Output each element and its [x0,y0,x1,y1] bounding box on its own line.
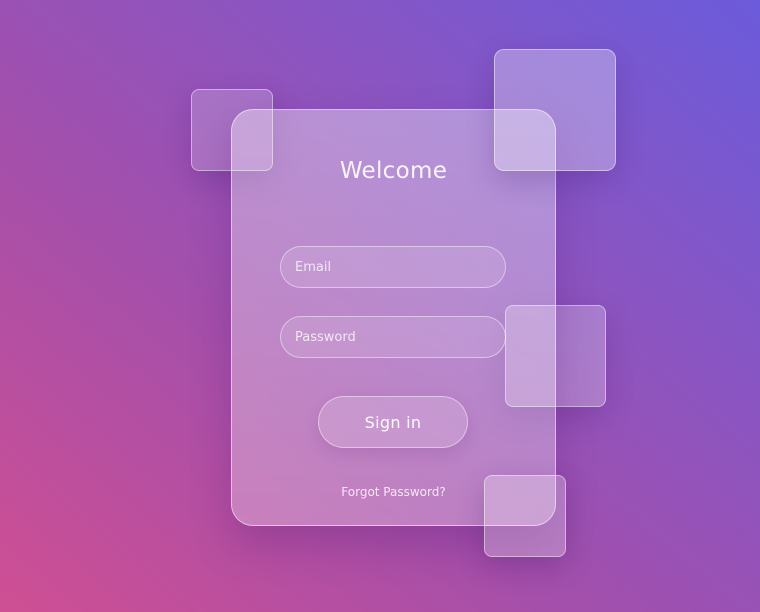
login-card: Welcome Sign in Forgot Password? [231,109,556,526]
email-field[interactable] [280,246,506,288]
decorative-glass-tile [494,49,616,171]
password-field[interactable] [280,316,506,358]
decorative-glass-tile [484,475,566,557]
sign-in-button[interactable]: Sign in [318,396,468,448]
